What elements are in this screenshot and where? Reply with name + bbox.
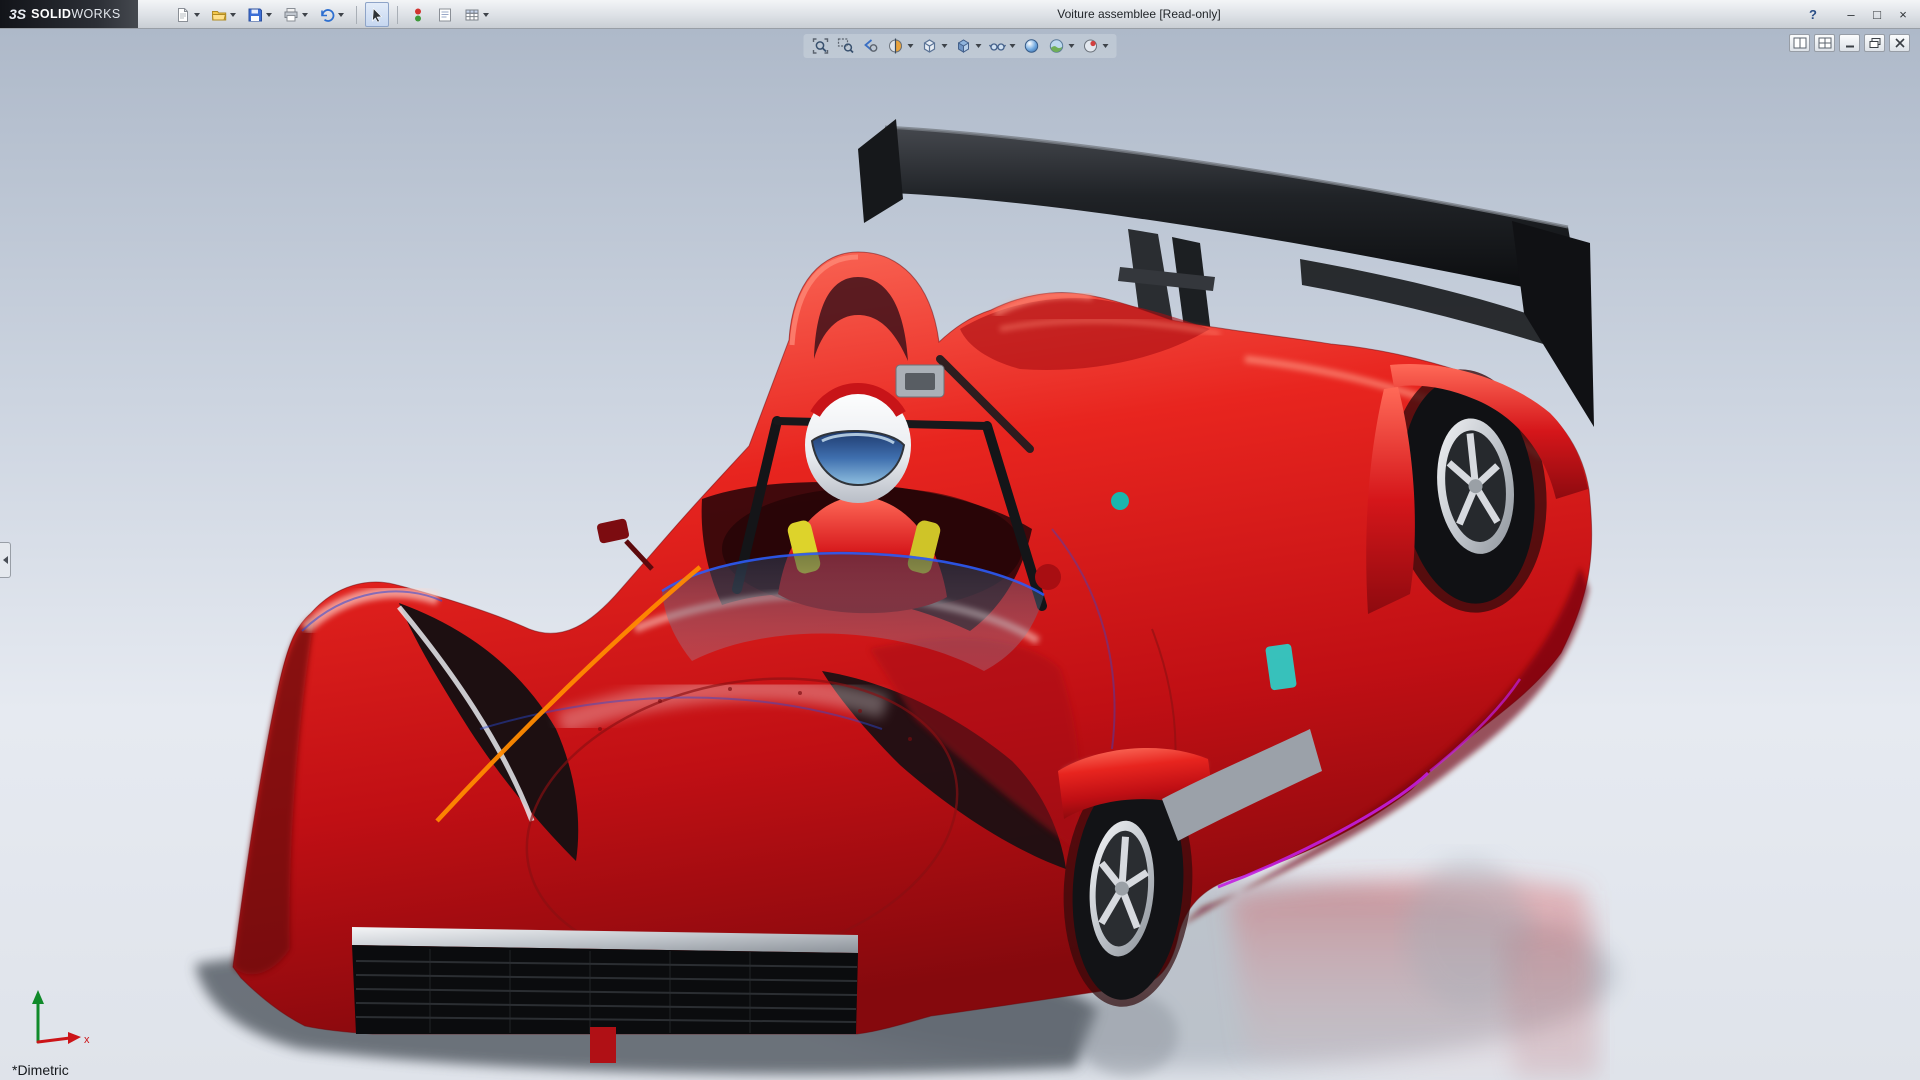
triad-x-label: x	[84, 1034, 90, 1046]
dropdown-caret-icon[interactable]	[941, 44, 948, 48]
save-button[interactable]	[243, 2, 276, 27]
dropdown-caret-icon[interactable]	[1068, 44, 1075, 48]
select-button[interactable]	[365, 2, 389, 27]
view-settings-icon	[1082, 37, 1100, 55]
previous-view-button[interactable]	[861, 36, 881, 56]
dropdown-caret-icon[interactable]	[338, 12, 344, 17]
help-button[interactable]: ?	[1804, 6, 1822, 24]
titlebar: 3S SOLIDWORKS Voiture assemblee [Read-on…	[0, 0, 1920, 29]
3d-model-render	[0, 29, 1920, 1080]
dropdown-caret-icon[interactable]	[907, 44, 914, 48]
graphics-viewport[interactable]: x *Dimetric	[0, 29, 1920, 1080]
grid-icon	[464, 7, 480, 23]
minimize-document-button[interactable]	[1839, 34, 1860, 52]
new-sheet-button[interactable]	[433, 2, 457, 27]
dropdown-caret-icon[interactable]	[230, 12, 236, 17]
display-style-icon	[955, 37, 973, 55]
window-controls: ? – □ ×	[1804, 0, 1912, 29]
dropdown-caret-icon[interactable]	[1102, 44, 1109, 48]
solidworks-application: { "titlebar": { "logo_mark": "3S", "logo…	[0, 0, 1920, 1080]
document-window-controls	[1789, 34, 1910, 52]
dropdown-caret-icon[interactable]	[483, 12, 489, 17]
toolbar-separator	[356, 5, 357, 24]
view-orientation-icon	[921, 37, 939, 55]
select-arrow-icon	[369, 7, 385, 23]
view-settings-button[interactable]	[1081, 36, 1110, 56]
restore-document-button[interactable]	[1864, 34, 1885, 52]
dropdown-caret-icon[interactable]	[194, 12, 200, 17]
hide-show-items-button[interactable]	[988, 36, 1017, 56]
save-icon	[247, 7, 263, 23]
display-style-button[interactable]	[954, 36, 983, 56]
color-toggle-icon	[410, 7, 426, 23]
view-orientation-label: *Dimetric	[12, 1062, 69, 1078]
dropdown-caret-icon[interactable]	[266, 12, 272, 17]
dropdown-caret-icon[interactable]	[302, 12, 308, 17]
minimize-window-button[interactable]: –	[1842, 6, 1860, 24]
featuremanager-collapsed-tab[interactable]	[0, 542, 11, 578]
apply-scene-icon	[1048, 37, 1066, 55]
appearance-colors-button[interactable]	[406, 2, 430, 27]
open-button[interactable]	[207, 2, 240, 27]
new-document-icon	[175, 7, 191, 23]
collapse-arrow-icon	[2, 556, 8, 564]
undo-button[interactable]	[315, 2, 348, 27]
toolbar-separator	[397, 5, 398, 24]
sheet-icon	[437, 7, 453, 23]
previous-view-icon	[862, 37, 880, 55]
split-view-button[interactable]	[1789, 34, 1810, 52]
viewport-layout-button[interactable]	[1814, 34, 1835, 52]
dropdown-caret-icon[interactable]	[1009, 44, 1016, 48]
close-document-button[interactable]	[1889, 34, 1910, 52]
print-button[interactable]	[279, 2, 312, 27]
solidworks-logo: 3S SOLIDWORKS	[0, 0, 138, 28]
brand-mark: 3S	[9, 6, 27, 22]
new-document-button[interactable]	[171, 2, 204, 27]
brand-text: SOLIDWORKS	[31, 7, 121, 21]
design-table-button[interactable]	[460, 2, 493, 27]
window-title: Voiture assemblee [Read-only]	[1057, 7, 1221, 21]
print-icon	[283, 7, 299, 23]
orientation-triad: x	[32, 990, 90, 1046]
hide-show-icon	[988, 37, 1007, 55]
edit-appearance-button[interactable]	[1022, 36, 1042, 56]
section-view-icon	[887, 37, 905, 55]
maximize-window-button[interactable]: □	[1868, 6, 1886, 24]
zoom-to-fit-button[interactable]	[811, 36, 831, 56]
section-view-button[interactable]	[886, 36, 915, 56]
apply-scene-button[interactable]	[1047, 36, 1076, 56]
edit-appearance-icon	[1023, 37, 1041, 55]
zoom-fit-icon	[812, 37, 830, 55]
view-orientation-button[interactable]	[920, 36, 949, 56]
main-toolbar	[171, 2, 493, 27]
headsup-view-toolbar	[803, 34, 1117, 58]
undo-icon	[319, 7, 335, 23]
zoom-area-icon	[837, 37, 855, 55]
zoom-to-area-button[interactable]	[836, 36, 856, 56]
open-folder-icon	[211, 7, 227, 23]
dropdown-caret-icon[interactable]	[975, 44, 982, 48]
close-window-button[interactable]: ×	[1894, 6, 1912, 24]
